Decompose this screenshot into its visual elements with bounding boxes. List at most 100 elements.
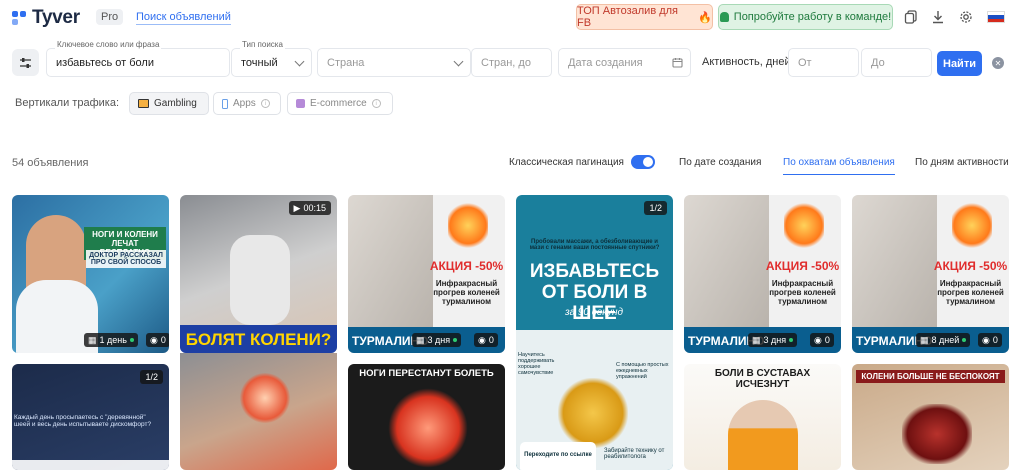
ad-card[interactable]: АКЦИЯ -50% Инфракрасный прогрев коленей … xyxy=(684,195,841,353)
knee-brace-image xyxy=(684,195,769,327)
sort-by-date[interactable]: По дате создания xyxy=(679,157,761,168)
ad-card[interactable]: 1/2 Каждый день просыпаетесь с "деревянн… xyxy=(12,364,169,470)
carousel-counter-badge: 1/2 xyxy=(644,201,667,215)
phone-icon xyxy=(222,98,228,109)
sort-by-reach[interactable]: По охватам объявления xyxy=(783,157,895,175)
card-headline: Каждый день просыпаетесь с "деревянной" … xyxy=(14,414,152,428)
info-icon: i xyxy=(260,99,270,108)
chevron-down-icon xyxy=(294,56,305,67)
card-headline: БОЛЯТ КОЛЕНИ? xyxy=(180,325,337,353)
verticals-label: Вертикали трафика: xyxy=(15,97,120,109)
knee-brace-image xyxy=(852,195,937,327)
knee-glow-image xyxy=(388,388,468,468)
ad-card[interactable]: БОЛИ В СУСТАВАХ ИСЧЕЗНУТ xyxy=(684,364,841,470)
person-image xyxy=(230,235,290,325)
glow-image xyxy=(448,203,488,248)
search-type-select[interactable]: Тип поиска точный xyxy=(231,40,312,77)
countries-count-field[interactable]: Стран, до xyxy=(471,48,552,77)
vertical-apps-label: Apps xyxy=(233,98,256,109)
knee-image xyxy=(180,353,337,470)
knee-brace-image xyxy=(348,195,433,327)
calendar-icon: ▦ xyxy=(752,334,761,345)
carousel-counter-badge: 1/2 xyxy=(140,370,163,384)
copy-icon[interactable] xyxy=(903,9,919,25)
nav-ad-search[interactable]: Поиск объявлений xyxy=(136,11,231,25)
ad-card[interactable]: НОГИ И КОЛЕНИ ЛЕЧАТ БЕСПЛАТНО ДОКТОР РАС… xyxy=(12,195,169,353)
calendar-icon: ▦ xyxy=(416,334,425,345)
views-badge: ◉ 0 xyxy=(474,333,498,347)
eye-icon: ◉ xyxy=(478,334,486,345)
keyword-label: Ключевое слово или фраза xyxy=(55,40,162,49)
top-header: Tyver Pro Поиск объявлений ТОП Автозалив… xyxy=(0,0,1024,36)
active-days-badge: ▦ 3 дня xyxy=(412,333,462,347)
from-placeholder: От xyxy=(798,57,812,69)
card-subheadline: за 90 секунд xyxy=(564,307,624,318)
promo-fb-label: ТОП Автозалив для FB xyxy=(577,5,679,29)
filters-button[interactable] xyxy=(12,49,39,76)
country-placeholder: Страна xyxy=(327,57,365,69)
vertical-ecommerce[interactable]: E-commerce i xyxy=(287,92,393,115)
pagination-toggle[interactable] xyxy=(631,155,655,169)
search-type-label: Тип поиска xyxy=(240,40,285,49)
gear-icon[interactable] xyxy=(958,9,974,25)
activity-to-field[interactable]: До xyxy=(861,48,932,77)
glow-image xyxy=(952,203,992,248)
ad-card[interactable]: АКЦИЯ -50% Инфракрасный прогрев коленей … xyxy=(852,195,1009,353)
download-icon[interactable] xyxy=(930,9,946,25)
ad-card[interactable]: 1/2 Пробовали массажи, а обезболивающие … xyxy=(516,195,673,470)
countries-placeholder: Стран, до xyxy=(481,57,531,69)
card-headline: НОГИ ПЕРЕСТАНУТ БОЛЕТЬ xyxy=(359,368,494,379)
promo-team-button[interactable]: Попробуйте работу в команде! xyxy=(718,4,893,30)
user-icon xyxy=(719,12,729,22)
promo-fb-button[interactable]: ТОП Автозалив для FB 🔥 xyxy=(576,4,713,30)
ad-card[interactable]: НОГИ ПЕРЕСТАНУТ БОЛЕТЬ xyxy=(348,364,505,470)
card-subline: ДОКТОР РАССКАЗАЛ ПРО СВОЙ СПОСОБ xyxy=(86,250,166,268)
activity-label: Активность, дней xyxy=(702,56,791,68)
search-bar: Ключевое слово или фраза избавьтесь от б… xyxy=(0,40,1024,84)
monitor-icon xyxy=(138,99,149,108)
sliders-icon xyxy=(20,57,31,68)
search-type-value: точный xyxy=(241,57,278,69)
card-note-right: С помощью простых ежедневных упражнений xyxy=(616,362,669,380)
vertical-gambling[interactable]: Gambling xyxy=(129,92,209,115)
date-created-field[interactable]: Дата создания xyxy=(558,48,691,77)
play-icon: ▶ xyxy=(293,202,301,213)
ad-card[interactable]: ▶ 00:15 БОЛЯТ КОЛЕНИ? xyxy=(180,195,337,353)
active-days-badge: ▦ 1 день xyxy=(84,333,138,347)
chevron-down-icon xyxy=(453,56,464,67)
ad-card[interactable]: АКЦИЯ -50% Инфракрасный прогрев коленей … xyxy=(348,195,505,353)
language-flag-icon[interactable] xyxy=(987,11,1005,23)
keyword-field[interactable]: Ключевое слово или фраза избавьтесь от б… xyxy=(46,40,230,77)
info-icon: i xyxy=(371,99,381,108)
vertical-gambling-label: Gambling xyxy=(154,98,197,109)
promo-team-label: Попробуйте работу в команде! xyxy=(733,11,892,23)
massager-image xyxy=(902,404,972,464)
spine-image xyxy=(516,330,673,470)
results-count: 54 объявления xyxy=(12,157,89,169)
fire-icon: 🔥 xyxy=(698,11,712,24)
ad-card[interactable]: КОЛЕНИ БОЛЬШЕ НЕ БЕСПОКОЯТ xyxy=(852,364,1009,470)
keyword-value: избавьтесь от боли xyxy=(56,57,154,69)
country-select[interactable]: Страна xyxy=(317,48,471,77)
views-badge: ◉ 0 xyxy=(146,333,169,347)
eye-icon: ◉ xyxy=(814,334,822,345)
vertical-ecommerce-label: E-commerce xyxy=(310,98,367,109)
active-days-badge: ▦ 3 дня xyxy=(748,333,798,347)
woman-image xyxy=(728,400,798,470)
eye-icon: ◉ xyxy=(150,334,158,345)
glow-image xyxy=(784,203,824,248)
calendar-icon: ▦ xyxy=(920,334,929,345)
vertical-apps[interactable]: Apps i xyxy=(213,92,281,115)
activity-from-field[interactable]: От xyxy=(788,48,859,77)
date-placeholder: Дата создания xyxy=(568,57,643,69)
sort-by-activity[interactable]: По дням активности xyxy=(915,157,1009,168)
find-button[interactable]: Найти xyxy=(937,51,982,76)
card-subline: Инфракрасный прогрев коленей турмалином xyxy=(769,279,836,306)
logo[interactable]: Tyver xyxy=(12,7,80,29)
card-caption-image xyxy=(12,460,169,470)
calendar-icon xyxy=(672,58,683,68)
views-badge: ◉ 0 xyxy=(978,333,1002,347)
card-note-left: Научитесь поддерживать хорошее самочувст… xyxy=(518,352,555,376)
logo-text: Tyver xyxy=(32,7,80,28)
clear-icon[interactable]: ✕ xyxy=(992,57,1004,69)
